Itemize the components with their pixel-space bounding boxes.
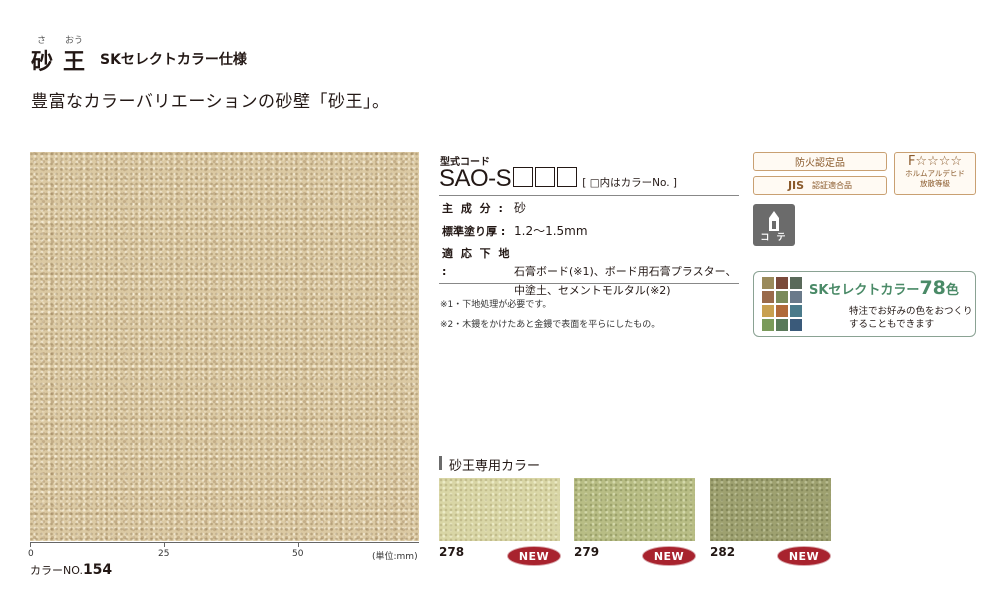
select-desc-1: 特注でお好みの色をおつくり <box>849 306 973 317</box>
grid-cell <box>762 277 774 289</box>
color-swatch-279 <box>574 478 695 541</box>
swatch-number: 278 <box>439 545 465 559</box>
grid-cell <box>762 305 774 317</box>
spec-key: 適 応 下 地 : <box>442 247 512 278</box>
new-badge: NEW <box>642 546 696 566</box>
f-stars: F☆☆☆☆ <box>907 154 963 169</box>
spec-value: 中塗土、セメントモルタル(※2) <box>514 284 671 297</box>
grid-cell <box>776 305 788 317</box>
select-color-title: SKセレクトカラー78色 <box>809 277 959 299</box>
jis-text: 認証適合品 <box>812 181 853 190</box>
grid-cell <box>790 277 802 289</box>
product-title-sa: 砂 <box>31 50 56 75</box>
model-prefix: SAO-S <box>439 165 512 192</box>
tagline: 豊富なカラーバリエーションの砂壁「砂王」。 <box>31 92 390 112</box>
model-code: SAO-S [ □内はカラーNo. ] <box>439 165 677 193</box>
color-swatch-278 <box>439 478 560 541</box>
grid-cell <box>776 319 788 331</box>
color-swatch-282 <box>710 478 831 541</box>
select-desc-2: することもできます <box>849 319 935 330</box>
grid-cell <box>762 291 774 303</box>
select-count-suffix: 色 <box>945 283 959 298</box>
model-note: [ □内はカラーNo. ] <box>582 177 678 189</box>
f-line1: ホルムアルデヒド <box>905 169 965 178</box>
new-badge: NEW <box>777 546 831 566</box>
scale-unit: (単位:mm) <box>372 552 418 562</box>
jis-mark: JIS <box>787 179 805 192</box>
scale-tick <box>30 542 31 547</box>
grid-cell <box>790 319 802 331</box>
product-title-ou: 王 <box>63 50 88 75</box>
trowel-label: コ テ <box>760 233 788 243</box>
scale-label-0: 0 <box>28 549 34 559</box>
scale-bar <box>30 542 419 543</box>
trowel-icon: コ テ <box>753 204 795 246</box>
code-box <box>557 167 578 187</box>
swatch-number: 279 <box>574 545 600 559</box>
swatch-number: 282 <box>710 545 736 559</box>
color-grid-icon <box>762 277 802 331</box>
spec-row: 標準塗り厚 : 1.2〜1.5mm <box>442 222 742 241</box>
sample-color-number: カラーNO.154 <box>30 562 112 578</box>
footnote-1: ※1・下地処理が必要です。 <box>440 300 552 310</box>
select-title-text: SKセレクトカラー <box>809 283 920 298</box>
spec-value: 1.2〜1.5mm <box>514 224 588 238</box>
spec-value: 砂 <box>514 201 527 215</box>
grid-cell <box>776 291 788 303</box>
code-box <box>535 167 556 187</box>
spec-divider <box>439 283 739 284</box>
fire-certified-badge: 防火認定品 <box>753 152 887 171</box>
section-marker <box>439 456 442 470</box>
spec-key: 主 成 分 : <box>442 202 505 215</box>
grid-cell <box>762 319 774 331</box>
spec-row: 主 成 分 : 砂 <box>442 199 742 218</box>
scale-label-25: 25 <box>158 549 170 559</box>
texture-sample-image <box>30 152 419 541</box>
new-badge: NEW <box>507 546 561 566</box>
spec-row: 適 応 下 地 : 石膏ボード(※1)、ボード用石膏プラスター、 <box>442 245 742 281</box>
scale-tick <box>298 542 299 547</box>
scale-label-50: 50 <box>292 549 304 559</box>
grid-cell <box>776 277 788 289</box>
sk-select-color-box: SKセレクトカラー78色 特注でお好みの色をおつくり することもできます <box>753 271 976 337</box>
spec-value: 石膏ボード(※1)、ボード用石膏プラスター、 <box>514 265 737 278</box>
product-subtitle: SKセレクトカラー仕様 <box>100 52 247 68</box>
f-line2: 放散等級 <box>920 179 950 188</box>
jis-badge: JIS 認証適合品 <box>753 176 887 195</box>
scale-tick <box>164 542 165 547</box>
color-label: カラーNO. <box>30 564 83 577</box>
spec-key: 標準塗り厚 : <box>442 225 506 238</box>
color-number: 154 <box>82 562 113 578</box>
spec-table: 主 成 分 : 砂 標準塗り厚 : 1.2〜1.5mm 適 応 下 地 : 石膏ボード… <box>442 199 742 300</box>
select-count: 78 <box>919 277 946 299</box>
exclusive-colors-heading: 砂王専用カラー <box>449 459 541 474</box>
footnote-2: ※2・木鏝をかけたあと金鏝で表面を平らにしたもの。 <box>440 320 661 330</box>
grid-cell <box>790 291 802 303</box>
code-box <box>513 167 534 187</box>
spec-divider <box>439 195 739 196</box>
grid-cell <box>790 305 802 317</box>
f-star-rating-badge: F☆☆☆☆ ホルムアルデヒド 放散等級 <box>894 152 976 195</box>
